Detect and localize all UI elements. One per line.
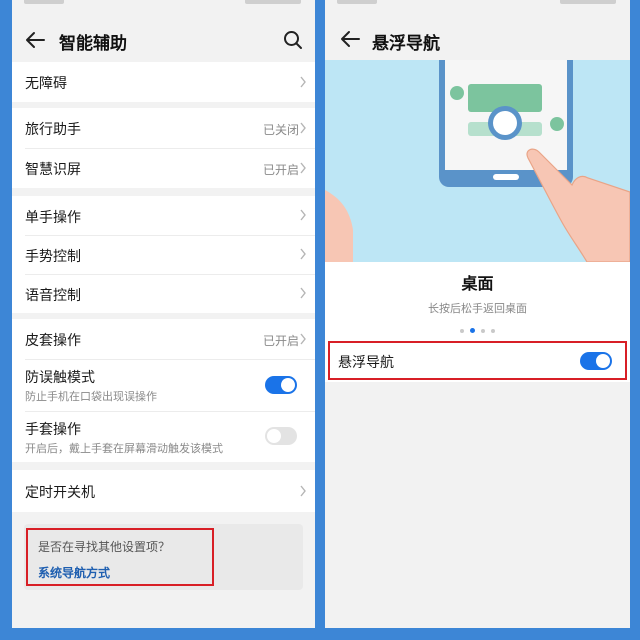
page-dot[interactable] (460, 328, 464, 333)
page-indicator (325, 328, 630, 333)
row-pocket-mode: 防误触模式 防止手机在口袋出现误操作 (12, 359, 315, 411)
row-label: 防误触模式 (25, 370, 95, 386)
page-dot[interactable] (491, 328, 495, 333)
row-label: 皮套操作 (25, 333, 81, 349)
tutorial-info: 桌面 长按后松手返回桌面 (325, 262, 630, 342)
chevron-right-icon (300, 76, 306, 88)
tutorial-illustration (325, 60, 630, 262)
left-panel: 智能辅助 无障碍 旅行助手 已关闭 智慧识屏 已开启 单手操作 手势控制 语音控… (12, 0, 315, 628)
header: 悬浮导航 (325, 18, 630, 62)
page-title: 悬浮导航 (372, 34, 440, 54)
highlight-box (328, 341, 627, 380)
chevron-right-icon (300, 162, 306, 174)
row-label: 无障碍 (25, 76, 67, 92)
status-icons-right (560, 0, 616, 4)
row-smart-screen[interactable]: 智慧识屏 已开启 (12, 148, 315, 188)
row-cover[interactable]: 皮套操作 已开启 (12, 319, 315, 359)
phone-hand-illustration (325, 60, 630, 262)
settings-group: 定时开关机 (12, 470, 315, 512)
settings-group: 旅行助手 已关闭 智慧识屏 已开启 (12, 108, 315, 188)
row-status: 已开启 (262, 334, 299, 348)
pocket-mode-toggle[interactable] (265, 376, 297, 394)
highlight-box (26, 528, 214, 586)
page-title: 智能辅助 (59, 34, 127, 54)
row-status: 已开启 (262, 163, 299, 177)
header: 智能辅助 (12, 18, 315, 62)
chevron-right-icon (300, 248, 306, 260)
row-status: 已关闭 (262, 123, 299, 137)
row-description: 开启后，戴上手套在屏幕滑动触发该模式 (25, 442, 223, 455)
row-description: 防止手机在口袋出现误操作 (25, 390, 157, 403)
row-one-hand[interactable]: 单手操作 (12, 196, 315, 235)
row-label: 语音控制 (25, 288, 81, 304)
chevron-right-icon (300, 122, 306, 134)
back-arrow-icon[interactable] (24, 30, 46, 50)
row-voice[interactable]: 语音控制 (12, 274, 315, 313)
row-label: 单手操作 (25, 210, 81, 226)
row-gesture[interactable]: 手势控制 (12, 235, 315, 274)
row-label: 手势控制 (25, 249, 81, 265)
row-glove-mode: 手套操作 开启后，戴上手套在屏幕滑动触发该模式 (12, 411, 315, 462)
row-scheduled-power[interactable]: 定时开关机 (12, 470, 315, 512)
status-bar (12, 0, 315, 16)
row-label: 手套操作 (25, 422, 81, 438)
page-dot[interactable] (470, 328, 475, 333)
row-label: 旅行助手 (25, 122, 81, 138)
back-arrow-icon[interactable] (339, 29, 361, 49)
status-icons-right (245, 0, 301, 4)
status-bar (325, 0, 630, 16)
settings-group: 单手操作 手势控制 语音控制 (12, 196, 315, 313)
status-icons-left (24, 0, 64, 4)
settings-group: 皮套操作 已开启 防误触模式 防止手机在口袋出现误操作 手套操作 开启后，戴上手… (12, 319, 315, 462)
row-label: 智慧识屏 (25, 162, 81, 178)
chevron-right-icon (300, 485, 306, 497)
slide-description: 长按后松手返回桌面 (428, 302, 527, 315)
status-icons-left (337, 0, 377, 4)
glove-mode-toggle[interactable] (265, 427, 297, 445)
row-accessibility[interactable]: 无障碍 (12, 62, 315, 102)
search-icon[interactable] (283, 30, 303, 50)
right-panel: 悬浮导航 桌面 长按后松手返回桌面 悬浮导航 (325, 0, 630, 628)
settings-group: 无障碍 (12, 62, 315, 102)
slide-title: 桌面 (461, 274, 494, 293)
chevron-right-icon (300, 287, 306, 299)
chevron-right-icon (300, 333, 306, 345)
row-label: 定时开关机 (25, 485, 95, 501)
page-dot[interactable] (481, 328, 485, 333)
row-travel-assistant[interactable]: 旅行助手 已关闭 (12, 108, 315, 148)
toggle-knob (267, 429, 281, 443)
chevron-right-icon (300, 209, 306, 221)
toggle-knob (281, 378, 295, 392)
